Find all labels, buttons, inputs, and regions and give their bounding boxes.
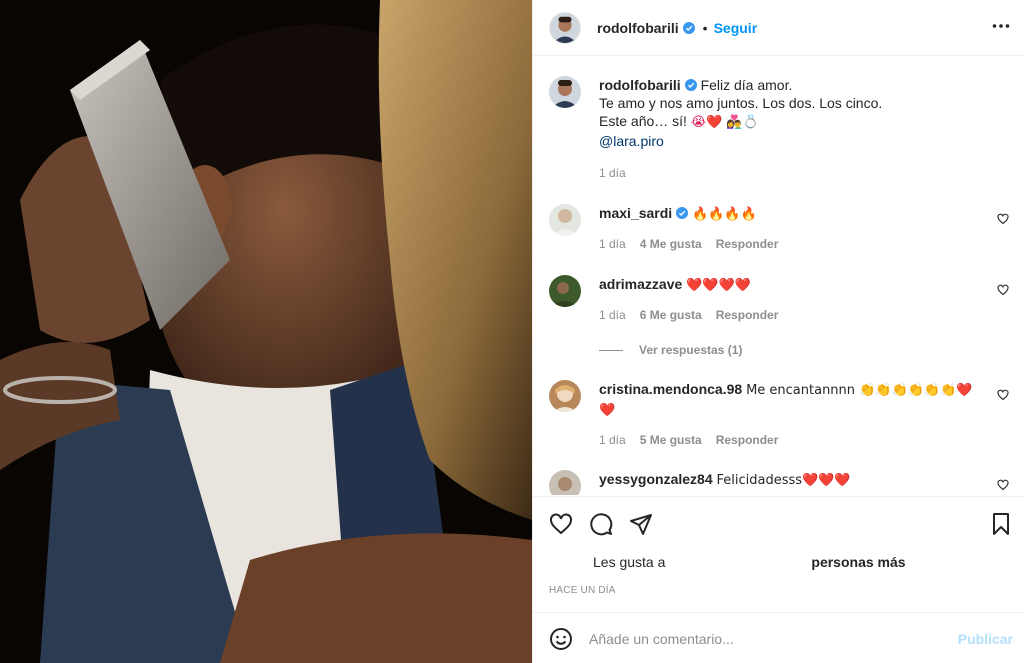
caption-line-2: Te amo y nos amo juntos. Los dos. Los ci… <box>599 95 883 111</box>
comment-username[interactable]: cristina.mendonca.98 <box>599 381 742 397</box>
comment-icon[interactable] <box>589 512 613 536</box>
comment-text: 🔥🔥🔥🔥 <box>692 207 757 222</box>
bookmark-icon[interactable] <box>989 512 1013 536</box>
reply-button[interactable]: Responder <box>716 308 779 322</box>
comment-meta: 1 día 4 Me gusta Responder <box>599 237 792 251</box>
comment-row: maxi_sardi 🔥🔥🔥🔥 1 día 4 Me gusta Respond… <box>549 204 1009 260</box>
commenter-avatar[interactable] <box>549 275 581 307</box>
caption-line-3: Este año… sí! <box>599 113 687 129</box>
post-header: rodolfobarili • Seguir <box>533 0 1024 56</box>
comment-like-heart-icon[interactable] <box>997 389 1009 401</box>
comment-meta: 1 día 6 Me gusta Responder <box>599 308 792 322</box>
post-side-panel: rodolfobarili • Seguir rodolfobarili Fel… <box>532 0 1024 663</box>
comment-time[interactable]: 1 día <box>599 237 626 251</box>
caption-row: rodolfobarili Feliz día amor. Te amo y n… <box>549 76 1009 196</box>
comment-text: ❤️❤️❤️❤️ <box>686 278 751 293</box>
comment-body: yessygonzalez84 Felicidadesss❤️❤️❤️ <box>599 470 989 490</box>
likes-prefix: Les gusta a <box>593 554 666 570</box>
caption-meta: 1 día <box>599 166 640 180</box>
author-username[interactable]: rodolfobarili <box>597 20 679 36</box>
comment-row: cristina.mendonca.98 Me encantannnn 👏👏👏👏… <box>549 380 1009 450</box>
caption-line-1: Feliz día amor. <box>700 77 793 93</box>
action-bar: Les gusta a personas más HACE UN DÍA <box>533 496 1024 614</box>
comment-time[interactable]: 1 día <box>599 433 626 447</box>
author-avatar-caption[interactable] <box>549 76 581 108</box>
heart-icon[interactable] <box>549 512 573 536</box>
post-photo[interactable] <box>0 0 532 663</box>
commenter-avatar[interactable] <box>549 204 581 236</box>
view-replies-button[interactable]: Ver respuestas (1) <box>599 343 742 357</box>
comment-username[interactable]: maxi_sardi <box>599 205 672 221</box>
verified-icon <box>682 21 695 34</box>
view-replies-label: Ver respuestas (1) <box>639 343 743 357</box>
caption-mention[interactable]: @lara.piro <box>599 133 664 149</box>
commenter-avatar[interactable] <box>549 380 581 412</box>
comment-like-heart-icon[interactable] <box>997 213 1009 225</box>
comment-text-2: ❤️ <box>599 403 616 418</box>
commenter-avatar[interactable] <box>549 470 581 495</box>
smile-icon[interactable] <box>549 627 573 651</box>
add-comment-bar: Publicar <box>533 612 1024 663</box>
comment-like-heart-icon[interactable] <box>997 284 1009 296</box>
likes-summary[interactable]: Les gusta a personas más <box>593 554 906 570</box>
author-avatar[interactable] <box>549 11 581 44</box>
view-replies-line <box>599 349 623 351</box>
comment-input[interactable] <box>589 627 929 651</box>
publish-button[interactable]: Publicar <box>958 631 1013 647</box>
comment-meta: 1 día 5 Me gusta Responder <box>599 433 792 447</box>
reply-button[interactable]: Responder <box>716 433 779 447</box>
verified-icon <box>676 207 689 219</box>
comment-like-heart-icon[interactable] <box>997 479 1009 491</box>
comment-username[interactable]: adrimazzave <box>599 276 682 292</box>
comment-text: Felicidadesss❤️❤️❤️ <box>716 473 851 488</box>
comment-likes[interactable]: 6 Me gusta <box>640 308 702 322</box>
comment-likes[interactable]: 5 Me gusta <box>640 433 702 447</box>
comment-body: cristina.mendonca.98 Me encantannnn 👏👏👏👏… <box>599 380 989 420</box>
comment-likes[interactable]: 4 Me gusta <box>640 237 702 251</box>
more-icon[interactable] <box>991 16 1011 36</box>
verified-icon <box>684 79 697 91</box>
caption-body: rodolfobarili Feliz día amor. Te amo y n… <box>599 76 989 150</box>
comment-time[interactable]: 1 día <box>599 308 626 322</box>
post-date[interactable]: HACE UN DÍA <box>549 585 616 596</box>
header-separator: • <box>702 19 708 36</box>
comment-row: adrimazzave ❤️❤️❤️❤️ 1 día 6 Me gusta Re… <box>549 275 1009 331</box>
reply-button[interactable]: Responder <box>716 237 779 251</box>
follow-button[interactable]: Seguir <box>714 20 758 36</box>
caption-username[interactable]: rodolfobarili <box>599 77 681 93</box>
comment-body: adrimazzave ❤️❤️❤️❤️ <box>599 275 989 295</box>
likes-suffix: personas más <box>811 554 906 570</box>
comment-username[interactable]: yessygonzalez84 <box>599 471 713 487</box>
comment-body: maxi_sardi 🔥🔥🔥🔥 <box>599 204 989 224</box>
caption-emojis: 😭❤️ 👩‍❤️‍👨💍 <box>690 115 759 130</box>
comment-row: yessygonzalez84 Felicidadesss❤️❤️❤️ <box>549 470 1009 495</box>
comments-list[interactable]: rodolfobarili Feliz día amor. Te amo y n… <box>533 57 1024 495</box>
caption-time[interactable]: 1 día <box>599 166 626 180</box>
comment-text: Me encantannnn 👏👏👏👏👏👏❤️ <box>746 383 973 398</box>
share-icon[interactable] <box>629 512 653 536</box>
